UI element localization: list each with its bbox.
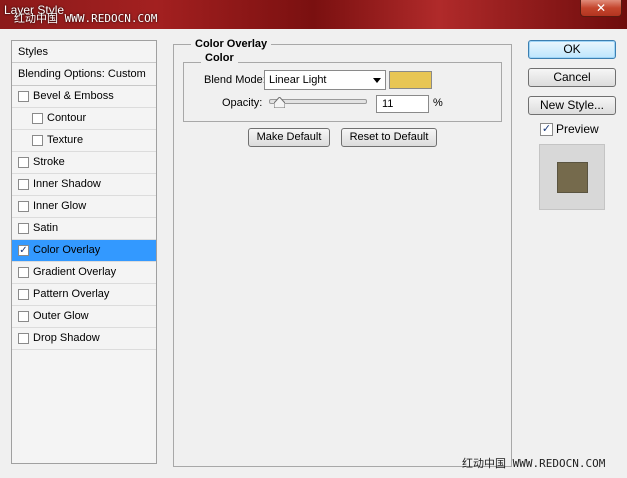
opacity-slider-thumb[interactable] <box>274 97 286 108</box>
checkbox[interactable] <box>18 311 29 322</box>
opacity-value: 11 <box>382 98 394 110</box>
styles-header[interactable]: Styles <box>12 41 156 63</box>
style-item-texture[interactable]: Texture <box>12 130 156 152</box>
checkbox[interactable] <box>18 223 29 234</box>
style-item-label: Contour <box>47 112 87 124</box>
title-bar: Layer Style 红动中国 WWW.REDOCN.COM ✕ <box>0 0 627 29</box>
style-item-label: Drop Shadow <box>33 332 100 344</box>
checkbox[interactable] <box>18 267 29 278</box>
preview-square <box>557 162 588 193</box>
new-style-button[interactable]: New Style... <box>528 96 616 115</box>
style-item-label: Outer Glow <box>33 310 89 322</box>
preview-label: Preview <box>556 122 599 136</box>
close-button[interactable]: ✕ <box>580 0 622 17</box>
checkbox[interactable]: ✓ <box>18 245 29 256</box>
percent-label: % <box>433 97 443 109</box>
style-item-label: Inner Glow <box>33 200 87 212</box>
preview-thumbnail <box>539 144 605 210</box>
check-icon: ✓ <box>19 245 28 256</box>
cancel-button[interactable]: Cancel <box>528 68 616 87</box>
style-item-label: Bevel & Emboss <box>33 90 114 102</box>
checkbox[interactable] <box>18 157 29 168</box>
blend-mode-value: Linear Light <box>269 74 327 86</box>
style-item-inner-shadow[interactable]: Inner Shadow <box>12 174 156 196</box>
checkbox[interactable] <box>32 135 43 146</box>
opacity-label: Opacity: <box>222 97 263 109</box>
style-item-pattern-overlay[interactable]: Pattern Overlay <box>12 284 156 306</box>
styles-list: Styles Blending Options: Custom Bevel & … <box>11 40 157 464</box>
style-item-color-overlay[interactable]: ✓ Color Overlay <box>12 240 156 262</box>
checkbox[interactable] <box>18 333 29 344</box>
style-item-label: Stroke <box>33 156 65 168</box>
checkbox[interactable] <box>18 201 29 212</box>
blending-options-item[interactable]: Blending Options: Custom <box>12 63 156 86</box>
blend-mode-select[interactable]: Linear Light <box>264 70 386 90</box>
close-icon: ✕ <box>595 1 607 15</box>
style-item-contour[interactable]: Contour <box>12 108 156 130</box>
reset-to-default-button[interactable]: Reset to Default <box>341 128 437 147</box>
style-item-satin[interactable]: Satin <box>12 218 156 240</box>
style-item-label: Pattern Overlay <box>33 288 110 300</box>
style-item-stroke[interactable]: Stroke <box>12 152 156 174</box>
style-item-outer-glow[interactable]: Outer Glow <box>12 306 156 328</box>
style-item-label: Gradient Overlay <box>33 266 117 278</box>
style-item-drop-shadow[interactable]: Drop Shadow <box>12 328 156 350</box>
make-default-button[interactable]: Make Default <box>248 128 330 147</box>
dropdown-arrow-icon <box>373 78 381 83</box>
checkbox[interactable] <box>32 113 43 124</box>
style-item-label: Texture <box>47 134 84 146</box>
panel-title: Color Overlay <box>191 38 272 50</box>
overlay-color-swatch[interactable] <box>389 71 432 89</box>
style-item-label: Satin <box>33 222 59 234</box>
style-item-inner-glow[interactable]: Inner Glow <box>12 196 156 218</box>
watermark-top: 红动中国 WWW.REDOCN.COM <box>14 12 158 25</box>
watermark-bottom: 红动中国 WWW.REDOCN.COM <box>462 457 606 470</box>
style-item-label: Color Overlay <box>33 244 101 256</box>
color-group-title: Color <box>201 52 238 64</box>
opacity-input[interactable]: 11 <box>376 95 429 113</box>
checkbox[interactable] <box>18 179 29 190</box>
checkbox[interactable] <box>18 91 29 102</box>
style-item-gradient-overlay[interactable]: Gradient Overlay <box>12 262 156 284</box>
style-item-bevel-emboss[interactable]: Bevel & Emboss <box>12 86 156 108</box>
checkbox[interactable] <box>18 289 29 300</box>
ok-button[interactable]: OK <box>528 40 616 59</box>
blend-mode-label: Blend Mode: <box>204 74 266 86</box>
style-item-label: Inner Shadow <box>33 178 101 190</box>
preview-checkbox[interactable]: ✓ <box>540 123 553 136</box>
check-icon: ✓ <box>541 123 552 135</box>
